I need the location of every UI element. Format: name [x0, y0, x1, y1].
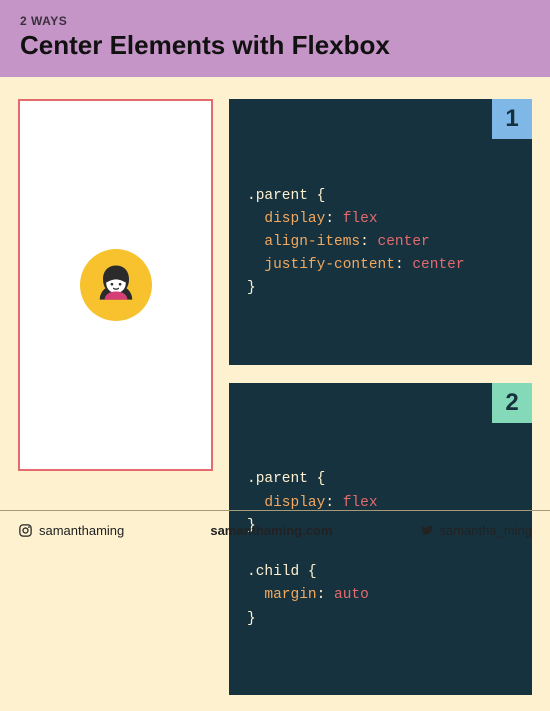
instagram-handle: samanthaming [18, 523, 124, 538]
demo-panel [18, 99, 213, 471]
avatar [80, 249, 152, 321]
code-column: 1 .parent { display: flex align-items: c… [229, 99, 532, 695]
instagram-icon [18, 523, 33, 538]
code-content-1: .parent { display: flex align-items: cen… [247, 185, 514, 301]
avatar-icon [90, 259, 142, 311]
code-block-1: 1 .parent { display: flex align-items: c… [229, 99, 532, 365]
main-row: 1 .parent { display: flex align-items: c… [0, 77, 550, 711]
footer: samanthaming samanthaming.com samantha_m… [0, 510, 550, 550]
twitter-text: samantha_ming [440, 523, 533, 538]
badge-2: 2 [492, 383, 532, 423]
instagram-text: samanthaming [39, 523, 124, 538]
eyebrow: 2 WAYS [20, 14, 530, 28]
website-text: samanthaming.com [210, 523, 332, 538]
twitter-icon [419, 523, 434, 538]
title: Center Elements with Flexbox [20, 30, 530, 61]
twitter-handle: samantha_ming [419, 523, 533, 538]
badge-1: 1 [492, 99, 532, 139]
header: 2 WAYS Center Elements with Flexbox [0, 0, 550, 77]
